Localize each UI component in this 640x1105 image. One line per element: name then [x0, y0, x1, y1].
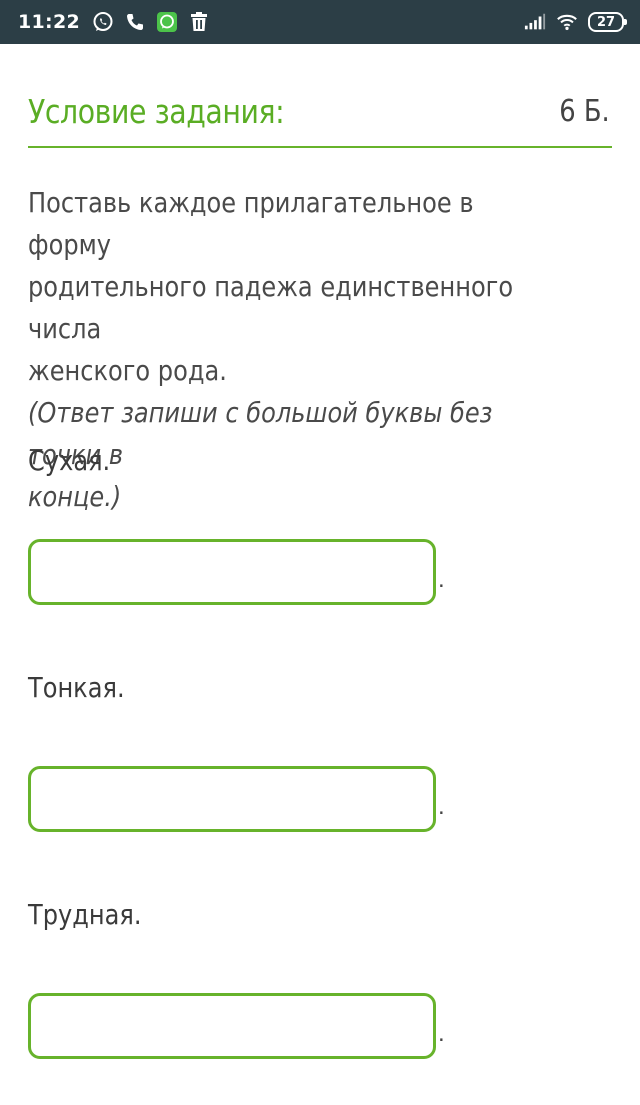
answer-suffix-2: . — [438, 793, 445, 820]
page-title: Условие задания: — [28, 92, 285, 131]
status-bar-left: 11:22 — [18, 11, 210, 33]
answer-input-1[interactable] — [28, 539, 436, 605]
answer-suffix-3: . — [438, 1020, 445, 1047]
status-bar-right: 27 — [524, 11, 627, 33]
answer-input-3[interactable] — [28, 993, 436, 1059]
answer-input-2[interactable] — [28, 766, 436, 832]
question-label-3: Трудная. — [28, 898, 142, 931]
points-value: 6 Б. — [559, 94, 610, 129]
status-bar: 11:22 27 — [0, 0, 640, 44]
trash-icon — [188, 11, 210, 33]
question-label-2: Тонкая. — [28, 671, 125, 704]
task-header: Условие задания: 6 Б. — [28, 88, 612, 148]
whatsapp-icon — [92, 11, 114, 33]
status-time: 11:22 — [18, 11, 80, 33]
task-instruction: Поставь каждое прилагательное в форму ро… — [28, 186, 514, 387]
wifi-icon — [556, 11, 578, 33]
battery-indicator: 27 — [588, 12, 627, 32]
signal-icon — [524, 11, 546, 33]
question-label-1: Сухая. — [28, 444, 111, 477]
whatsapp-business-icon — [156, 11, 178, 33]
answer-suffix-1: . — [438, 566, 445, 593]
phone-icon — [124, 11, 146, 33]
